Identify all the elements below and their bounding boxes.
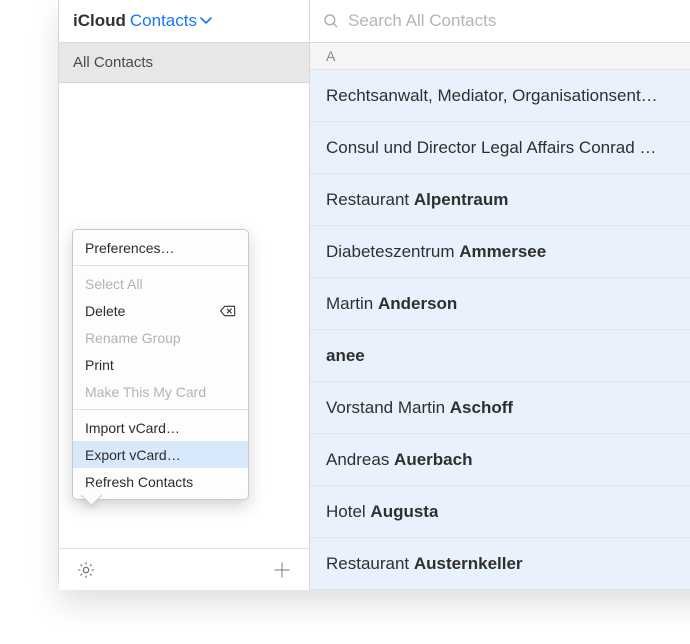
group-label: All Contacts [73, 54, 153, 71]
contact-row[interactable]: Restaurant Austernkeller [310, 538, 690, 590]
contact-label: Consul und Director Legal Affairs Conrad… [326, 138, 656, 158]
main-panel: A Rechtsanwalt, Mediator, Organisationse… [310, 0, 690, 590]
contact-label: Vorstand Martin Aschoff [326, 398, 513, 418]
menu-item-label: Make This My Card [85, 384, 206, 400]
contact-label: Restaurant Austernkeller [326, 554, 523, 574]
contact-row[interactable]: Vorstand Martin Aschoff [310, 382, 690, 434]
menu-item[interactable]: Delete [73, 297, 248, 324]
contact-label: Diabeteszentrum Ammersee [326, 242, 546, 262]
contact-list[interactable]: Rechtsanwalt, Mediator, Organisationsent… [310, 70, 690, 590]
menu-item-label: Import vCard… [85, 420, 180, 436]
contact-row[interactable]: Consul und Director Legal Affairs Conrad… [310, 122, 690, 174]
menu-separator [73, 265, 248, 266]
menu-item: Rename Group [73, 324, 248, 351]
contact-row[interactable]: Andreas Auerbach [310, 434, 690, 486]
contact-label: Rechtsanwalt, Mediator, Organisationsent… [326, 86, 658, 106]
contact-label: Andreas Auerbach [326, 450, 472, 470]
backspace-icon [220, 305, 236, 317]
settings-popup-menu: Preferences… Select All Delete Rename Group… [72, 229, 249, 500]
contact-row[interactable]: Hotel Augusta [310, 486, 690, 538]
plus-icon[interactable] [271, 559, 293, 581]
menu-item: Select All [73, 270, 248, 297]
search-input[interactable] [348, 11, 690, 31]
sidebar-header[interactable]: iCloud Contacts [59, 0, 309, 43]
section-header: A [310, 43, 690, 70]
contact-label: Martin Anderson [326, 294, 457, 314]
menu-item[interactable]: Import vCard… [73, 414, 248, 441]
contact-label: Restaurant Alpentraum [326, 190, 508, 210]
contact-row[interactable]: Rechtsanwalt, Mediator, Organisationsent… [310, 70, 690, 122]
title-icloud: iCloud [73, 11, 126, 31]
group-all-contacts[interactable]: All Contacts [59, 43, 309, 83]
sidebar: iCloud Contacts All Contacts Preferences… [59, 0, 310, 590]
popup-tail [83, 495, 99, 511]
gear-icon[interactable] [75, 559, 97, 581]
menu-item[interactable]: Print [73, 351, 248, 378]
search-bar [310, 0, 690, 43]
menu-item-label: Rename Group [85, 330, 181, 346]
contact-row[interactable]: anee [310, 330, 690, 382]
contact-row[interactable]: Restaurant Alpentraum [310, 174, 690, 226]
menu-item[interactable]: Export vCard… [73, 441, 248, 468]
sidebar-body: Preferences… Select All Delete Rename Group… [59, 83, 309, 548]
chevron-down-icon[interactable] [200, 17, 212, 25]
contact-row[interactable]: Martin Anderson [310, 278, 690, 330]
contact-label: anee [326, 346, 365, 366]
search-icon [322, 12, 340, 30]
menu-separator [73, 409, 248, 410]
title-contacts: Contacts [130, 11, 197, 31]
menu-item-label: Print [85, 357, 114, 373]
menu-item-label: Delete [85, 303, 125, 319]
section-letter-label: A [326, 48, 335, 64]
menu-item[interactable]: Preferences… [73, 234, 248, 261]
app-window: iCloud Contacts All Contacts Preferences… [58, 0, 690, 590]
menu-item-label: Preferences… [85, 240, 174, 256]
menu-item-label: Refresh Contacts [85, 474, 193, 490]
sidebar-footer [59, 548, 309, 590]
menu-item-label: Export vCard… [85, 447, 181, 463]
menu-item: Make This My Card [73, 378, 248, 405]
contact-row[interactable]: Diabeteszentrum Ammersee [310, 226, 690, 278]
menu-item[interactable]: Refresh Contacts [73, 468, 248, 495]
contact-label: Hotel Augusta [326, 502, 438, 522]
menu-item-label: Select All [85, 276, 143, 292]
